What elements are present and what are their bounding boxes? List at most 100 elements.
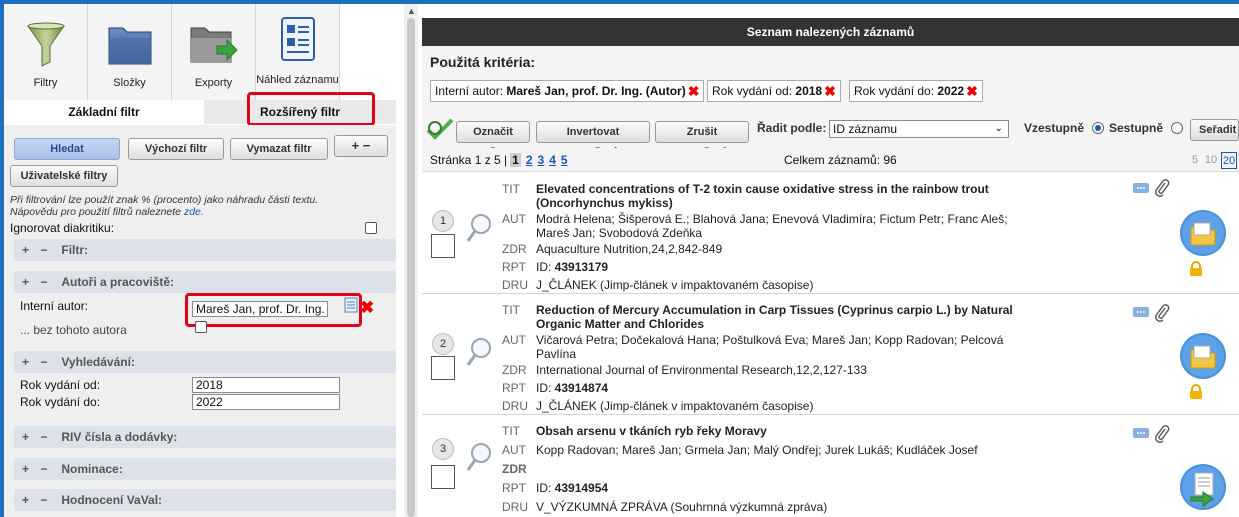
filters-label: Filtry <box>33 77 58 89</box>
record-title[interactable]: Elevated concentrations of T-2 toxin cau… <box>536 182 1016 210</box>
export-folder-icon <box>189 22 239 69</box>
left-panel-scrollbar[interactable]: ▲ <box>404 4 418 517</box>
criteria-area: Použitá kritéria: Interní autor: Mareš J… <box>422 46 1239 110</box>
section-search[interactable]: + − Vyhledávání: <box>14 351 396 373</box>
record-id: ID: 43914874 <box>536 381 609 395</box>
section-filtr[interactable]: + − Filtr: <box>14 239 396 261</box>
ignore-diacritics-checkbox[interactable] <box>365 222 377 234</box>
record-id: ID: 43914954 <box>536 481 609 495</box>
magnifier-icon[interactable] <box>466 442 492 475</box>
page-link-2[interactable]: 2 <box>526 153 533 167</box>
page-link-5[interactable]: 5 <box>561 153 568 167</box>
sort-label: Řadit podle: <box>757 121 827 135</box>
comment-icon[interactable] <box>1132 182 1150 199</box>
sort-button[interactable]: Seřadit <box>1190 119 1239 141</box>
year-from-input[interactable]: 2018 <box>192 377 340 393</box>
record-number: 2 <box>432 333 454 355</box>
record-type: J_ČLÁNEK (Jimp-článek v impaktovaném čas… <box>536 278 814 292</box>
section-vaval[interactable]: + − Hodnocení VaVal: <box>14 489 396 511</box>
filter-form: Hledat Výchozí filtr Vymazat filtr + − U… <box>4 125 396 517</box>
folders-label: Složky <box>113 77 146 89</box>
record-row: 3 TIT Obsah arsenu v tkáních ryb řeky Mo… <box>422 415 1239 517</box>
without-author-checkbox[interactable] <box>195 321 207 333</box>
filter-panel: Filtry Složky Exporty Náhled záznamu Zák… <box>4 4 396 517</box>
section-nominations[interactable]: + − Nominace: <box>14 458 396 480</box>
without-author-label: ... bez tohoto autora <box>20 323 127 337</box>
action-bar: Označit vše Invertovat označení Zrušit o… <box>422 110 1239 158</box>
criteria-title: Použitá kritéria: <box>430 54 536 70</box>
ascending-radio[interactable] <box>1092 122 1104 134</box>
filter-funnel-icon <box>26 22 66 71</box>
remove-author-icon[interactable]: ✖ <box>360 298 374 318</box>
search-button[interactable]: Hledat <box>14 138 120 160</box>
record-checkbox[interactable] <box>431 234 455 258</box>
remove-criterion-icon[interactable]: ✖ <box>688 81 700 101</box>
section-authors[interactable]: + − Autoři a pracoviště: <box>14 271 396 293</box>
record-preview-button[interactable]: Náhled záznamu <box>256 4 340 100</box>
internal-author-highlight <box>185 293 362 327</box>
remove-criterion-icon[interactable]: ✖ <box>824 81 836 101</box>
criteria-chip-year-from: Rok vydání od: 2018 ✖ <box>707 80 841 102</box>
year-to-input[interactable]: 2022 <box>192 394 340 410</box>
record-checkbox[interactable] <box>431 356 455 380</box>
record-preview-label: Náhled záznamu <box>256 74 339 86</box>
help-link[interactable]: zde. <box>184 206 204 218</box>
record-row: 1 TIT Elevated concentrations of T-2 tox… <box>422 173 1239 294</box>
year-to-label: Rok vydání do: <box>20 395 101 409</box>
criteria-chip-year-to: Rok vydání do: 2022 ✖ <box>849 80 983 102</box>
exports-button[interactable]: Exporty <box>172 4 256 100</box>
toolbar: Filtry Složky Exporty Náhled záznamu <box>4 4 396 100</box>
section-riv[interactable]: + − RIV čísla a dodávky: <box>14 426 396 448</box>
record-id: ID: 43913179 <box>536 260 609 274</box>
record-row: 2 TIT Reduction of Mercury Accumulation … <box>422 294 1239 415</box>
attachment-icon[interactable] <box>1154 179 1170 200</box>
filters-button[interactable]: Filtry <box>4 4 88 100</box>
record-title[interactable]: Obsah arsenu v tkáních ryb řeky Moravy <box>536 424 1016 438</box>
invert-selection-button[interactable]: Invertovat označení <box>536 121 650 158</box>
folders-button[interactable]: Složky <box>88 4 172 100</box>
internal-author-label: Interní autor: <box>20 299 89 313</box>
default-filter-button[interactable]: Výchozí filtr <box>128 138 224 160</box>
attachment-icon[interactable] <box>1154 304 1170 325</box>
folder-icon <box>107 22 153 69</box>
clear-filter-button[interactable]: Vymazat filtr <box>230 138 328 160</box>
pagination-bar: Stránka 1 z 5 | 1 2 3 4 5 Celkem záznamů: 96 … <box>422 148 1239 172</box>
scroll-up-icon[interactable]: ▲ <box>407 6 416 16</box>
record-source: Aquaculture Nutrition,24,2,842-849 <box>536 242 723 256</box>
record-authors: Modrá Helena; Šišperová E.; Blahová Jana… <box>536 212 1008 240</box>
magnifier-icon[interactable] <box>466 337 492 370</box>
lock-icon <box>1189 384 1203 403</box>
page-size-5[interactable]: 5 <box>1187 152 1203 169</box>
tab-basic-filter[interactable]: Základní filtr <box>4 100 204 124</box>
fulltext-folder-icon[interactable] <box>1179 332 1227 383</box>
page-link-3[interactable]: 3 <box>538 153 545 167</box>
remove-criterion-icon[interactable]: ✖ <box>966 81 978 101</box>
record-title[interactable]: Reduction of Mercury Accumulation in Car… <box>536 303 1016 331</box>
record-preview-icon <box>278 16 318 65</box>
record-checkbox[interactable] <box>431 465 455 489</box>
lock-icon <box>1189 261 1203 280</box>
export-record-icon[interactable] <box>1179 463 1227 514</box>
page-size-20[interactable]: 20 <box>1221 152 1237 169</box>
comment-icon[interactable] <box>1132 306 1150 323</box>
user-filters-button[interactable]: Uživatelské filtry <box>10 165 118 187</box>
ignore-diacritics-label: Ignorovat diakritiku: <box>10 221 115 235</box>
scrollbar-thumb[interactable] <box>407 18 415 517</box>
cancel-selection-button[interactable]: Zrušit označení <box>655 121 749 158</box>
comment-icon[interactable] <box>1132 427 1150 444</box>
mark-all-button[interactable]: Označit vše <box>456 121 530 158</box>
record-source: International Journal of Environmental R… <box>536 363 867 377</box>
record-number: 1 <box>432 210 454 232</box>
magnifier-icon[interactable] <box>466 213 492 246</box>
expand-collapse-all-button[interactable]: + − <box>334 135 388 157</box>
check-mark-icon <box>426 118 454 143</box>
total-records: Celkem záznamů: 96 <box>784 153 897 167</box>
sort-select[interactable]: ID záznamu ⌄ <box>829 120 1009 138</box>
fulltext-folder-icon[interactable] <box>1179 209 1227 260</box>
year-from-label: Rok vydání od: <box>20 378 101 392</box>
page-link-4[interactable]: 4 <box>549 153 556 167</box>
descending-radio[interactable] <box>1171 122 1183 134</box>
results-header: Seznam nalezených záznamů <box>422 18 1239 46</box>
page-size-10[interactable]: 10 <box>1203 152 1219 169</box>
attachment-icon[interactable] <box>1154 425 1170 446</box>
